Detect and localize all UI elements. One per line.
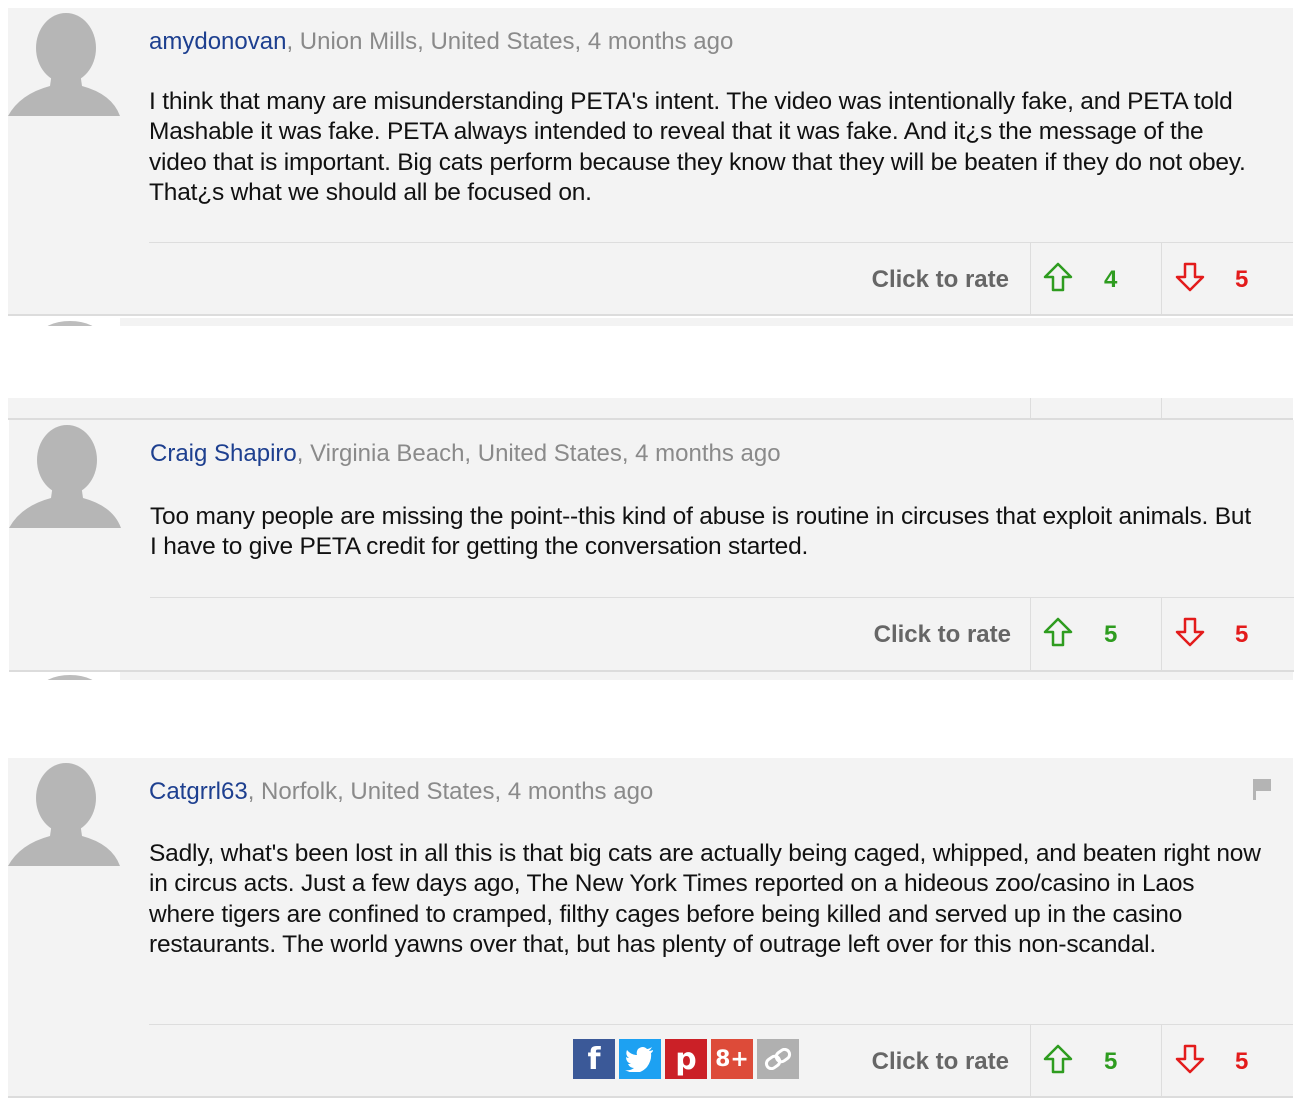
thumb-down-arrow-icon[interactable] bbox=[1174, 1044, 1206, 1074]
avatar-peek bbox=[47, 675, 93, 680]
divider bbox=[1030, 1025, 1031, 1096]
up-vote-count: 5 bbox=[1104, 621, 1118, 648]
author-link[interactable]: amydonovan bbox=[149, 28, 286, 55]
thumb-up-arrow-icon[interactable] bbox=[1042, 262, 1074, 292]
comment-card: amydonovan, Union Mills, United States, … bbox=[8, 8, 1293, 316]
divider bbox=[149, 1024, 1293, 1025]
google-plus-share-button[interactable]: 8+ bbox=[711, 1039, 753, 1079]
thumb-up-arrow-icon[interactable] bbox=[1042, 1044, 1074, 1074]
twitter-share-button[interactable] bbox=[619, 1039, 661, 1079]
thumb-down-arrow-icon[interactable] bbox=[1174, 262, 1206, 292]
divider bbox=[1161, 243, 1162, 314]
divider bbox=[150, 597, 1294, 598]
avatar-peek bbox=[47, 321, 93, 326]
avatar[interactable] bbox=[8, 8, 120, 120]
location-time: , Virginia Beach, United States, 4 month… bbox=[296, 440, 781, 467]
avatar[interactable] bbox=[9, 420, 121, 532]
divider bbox=[1161, 1025, 1162, 1096]
click-to-rate-label: Click to rate bbox=[873, 621, 1011, 648]
divider bbox=[149, 242, 1293, 243]
click-to-rate-label: Click to rate bbox=[871, 266, 1009, 293]
card-edge bbox=[120, 318, 1293, 326]
author-link[interactable]: Craig Shapiro bbox=[150, 440, 297, 467]
divider bbox=[1030, 243, 1031, 314]
comment-text: Too many people are missing the point--t… bbox=[150, 503, 1251, 561]
comment-card: Craig Shapiro, Virginia Beach, United St… bbox=[9, 420, 1294, 672]
divider bbox=[1161, 598, 1162, 670]
click-to-rate-label: Click to rate bbox=[871, 1048, 1009, 1075]
comment-card-stub bbox=[8, 398, 1293, 420]
comment-meta: Catgrrl63, Norfolk, United States, 4 mon… bbox=[149, 778, 653, 806]
facebook-icon: f bbox=[587, 1041, 601, 1077]
down-vote-count: 5 bbox=[1235, 266, 1249, 293]
share-buttons: f p 8+ bbox=[573, 1039, 799, 1079]
author-link[interactable]: Catgrrl63 bbox=[149, 778, 248, 805]
up-vote-count: 4 bbox=[1104, 266, 1118, 293]
flag-icon[interactable] bbox=[1252, 778, 1272, 800]
thumb-down-arrow-icon[interactable] bbox=[1174, 617, 1206, 647]
pinterest-icon: p bbox=[675, 1041, 697, 1077]
pinterest-share-button[interactable]: p bbox=[665, 1039, 707, 1079]
avatar[interactable] bbox=[8, 758, 120, 870]
up-vote-count: 5 bbox=[1104, 1048, 1118, 1075]
link-icon bbox=[764, 1048, 792, 1070]
down-vote-count: 5 bbox=[1235, 621, 1249, 648]
thumb-up-arrow-icon[interactable] bbox=[1042, 617, 1074, 647]
facebook-share-button[interactable]: f bbox=[573, 1039, 615, 1079]
down-vote-count: 5 bbox=[1235, 1048, 1249, 1075]
twitter-icon bbox=[625, 1047, 653, 1072]
divider bbox=[1030, 598, 1031, 670]
copy-link-button[interactable] bbox=[757, 1039, 799, 1079]
location-time: , Union Mills, United States, 4 months a… bbox=[286, 28, 734, 55]
card-edge bbox=[120, 672, 1293, 680]
comment-text: Sadly, what's been lost in all this is t… bbox=[149, 840, 1261, 958]
comment-text: I think that many are misunderstanding P… bbox=[149, 88, 1246, 206]
comment-card: Catgrrl63, Norfolk, United States, 4 mon… bbox=[8, 758, 1293, 1098]
google-plus-icon: 8+ bbox=[715, 1046, 749, 1072]
comment-meta: Craig Shapiro, Virginia Beach, United St… bbox=[150, 440, 781, 468]
comment-meta: amydonovan, Union Mills, United States, … bbox=[149, 28, 733, 56]
location-time: , Norfolk, United States, 4 months ago bbox=[247, 778, 654, 805]
